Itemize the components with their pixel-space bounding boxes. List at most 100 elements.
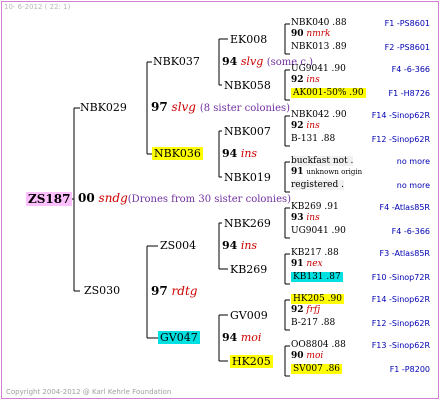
gen2-node-1[interactable]: NBK036: [152, 147, 203, 160]
gen4-a-2: NBK042 .90: [291, 110, 347, 120]
gen4-a-4: KB269 .91: [291, 202, 339, 212]
gen4-b-2: B-131 .88: [291, 134, 336, 144]
gen3-node-2[interactable]: NBK007: [224, 126, 271, 137]
gen4-mid-7[interactable]: 90 moi: [291, 352, 323, 361]
gen4-midname-6: frfj: [306, 305, 321, 315]
gen4-parent-b-5[interactable]: KB131 .87: [291, 272, 343, 282]
gen3-id-7: HK205: [230, 355, 273, 368]
gen4-label-a-2: F14 -Sinop62R: [371, 111, 430, 120]
gen2-num-1: 94: [222, 147, 238, 160]
copyright: Copyright 2004-2012 @ Karl Kehrle Founda…: [6, 388, 172, 396]
gen4-mid-3[interactable]: 91 unknown origin: [291, 168, 362, 177]
gen4-parent-a-7[interactable]: OO8804 .88: [291, 341, 346, 350]
gen4-label-a-3: no more: [396, 157, 430, 166]
gen2-num-0: 94: [222, 55, 238, 68]
gen4-mid-5[interactable]: 91 nex: [291, 260, 323, 269]
gen4-mid-1[interactable]: 92 ins: [291, 76, 320, 85]
gen4-parent-b-2[interactable]: B-131 .88: [291, 135, 335, 144]
gen4-midname-4: ins: [306, 213, 320, 223]
gen4-mid-2: 92: [291, 121, 304, 131]
gen4-mid-2[interactable]: 92 ins: [291, 122, 320, 131]
gen4-b-0: NBK013 .89: [291, 42, 347, 52]
gen2-num-2: 94: [222, 239, 238, 252]
gen1-num-0: 97: [151, 100, 168, 114]
gen4-label-b-2: F12 -Sinop62R: [371, 135, 430, 144]
gen3-node-3[interactable]: NBK019: [224, 172, 271, 183]
gen4-label-b-0: F2 -PS8601: [384, 43, 430, 52]
gen4-a-6: HK205 .90: [291, 294, 344, 304]
gen4-parent-b-6[interactable]: B-217 .88: [291, 319, 335, 328]
gen4-a-1: UG9041 .90: [291, 64, 346, 74]
gen4-parent-b-1[interactable]: AK001-50% .90: [291, 88, 366, 98]
gen4-label-b-6: F12 -Sinop62R: [371, 319, 430, 328]
gen4-label-a-5: F3 -Atlas85R: [379, 249, 430, 258]
gen2-id-1: NBK036: [152, 147, 203, 160]
gen3-node-0[interactable]: EK008: [230, 34, 267, 45]
gen2-name-1: ins: [240, 147, 258, 160]
gen4-parent-a-3[interactable]: buckfast not .: [291, 156, 354, 166]
gen4-a-5: KB217 .88: [291, 248, 339, 258]
gen4-parent-b-3[interactable]: registered .: [291, 180, 344, 190]
gen4-label-a-4: F4 -Atlas85R: [379, 203, 430, 212]
gen1-info-0: 97 slvg (8 sister colonies): [151, 101, 290, 114]
gen4-mid-4[interactable]: 93 ins: [291, 214, 320, 223]
gen4-label-b-4: F4 -6-366: [391, 227, 430, 236]
gen1-num-1: 97: [151, 284, 168, 298]
root-num: 00: [78, 191, 95, 205]
gen4-parent-a-6[interactable]: HK205 .90: [291, 294, 344, 304]
gen4-parent-a-0[interactable]: NBK040 .88: [291, 19, 347, 28]
gen4-label-a-0: F1 -PS8601: [384, 19, 430, 28]
gen4-label-b-3: no more: [396, 181, 430, 190]
gen4-b-3: registered .: [291, 180, 344, 190]
gen2-num-3: 94: [222, 331, 238, 344]
gen4-midname-1: ins: [306, 75, 320, 85]
gen2-name-3: moi: [240, 331, 262, 344]
gen3-node-4[interactable]: NBK269: [224, 218, 271, 229]
gen4-a-7: OO8804 .88: [291, 340, 346, 350]
gen1-node-1[interactable]: ZS030: [84, 285, 120, 296]
gen4-midname-0: nmrk: [306, 29, 331, 39]
gen2-name-2: ins: [240, 239, 258, 252]
gen4-mid-5: 91: [291, 259, 304, 269]
gen4-mid-6[interactable]: 92 frfj: [291, 306, 320, 315]
gen4-mid-0[interactable]: 90 nmrk: [291, 30, 331, 39]
gen4-parent-b-7[interactable]: SV007 .86: [291, 364, 343, 374]
gen2-node-0[interactable]: NBK037: [153, 56, 200, 67]
gen2-info-1: 94 ins: [222, 148, 257, 159]
gen4-parent-b-4[interactable]: UG9041 .90: [291, 227, 346, 236]
gen4-label-a-6: F14 -Sinop62R: [371, 295, 430, 304]
gen4-label-b-7: F1 -P8200: [389, 365, 430, 374]
gen4-parent-a-4[interactable]: KB269 .91: [291, 203, 339, 212]
gen2-id-3: GV047: [158, 331, 200, 344]
gen4-mid-1: 92: [291, 75, 304, 85]
gen4-mid-6: 92: [291, 305, 304, 315]
root-info: 00 sndg(Drones from 30 sister colonies): [78, 192, 291, 205]
gen4-label-b-1: F1 -H8726: [388, 89, 431, 98]
gen4-mid-4: 93: [291, 213, 304, 223]
gen4-midname-5: nex: [306, 259, 323, 269]
gen4-b-1: AK001-50% .90: [291, 88, 366, 98]
gen2-node-3[interactable]: GV047: [158, 331, 200, 344]
gen4-midname-3: unknown origin: [306, 168, 363, 176]
gen2-node-2[interactable]: ZS004: [160, 240, 196, 251]
gen4-parent-a-5[interactable]: KB217 .88: [291, 249, 339, 258]
root-id: ZS187: [26, 192, 73, 206]
gen4-a-3: buckfast not .: [291, 156, 354, 166]
gen3-node-1[interactable]: NBK058: [224, 80, 271, 91]
gen4-label-b-5: F10 -Sinop72R: [371, 273, 430, 282]
gen1-info-1: 97 rdtg: [151, 285, 197, 297]
root-name: sndg: [98, 191, 128, 205]
gen4-parent-b-0[interactable]: NBK013 .89: [291, 43, 347, 52]
gen2-info-2: 94 ins: [222, 240, 257, 251]
gen4-label-a-1: F4 -6-366: [391, 65, 430, 74]
gen3-node-5[interactable]: KB269: [230, 264, 267, 275]
gen4-b-7: SV007 .86: [291, 364, 343, 374]
gen4-mid-0: 90: [291, 29, 304, 39]
gen3-node-6[interactable]: GV009: [230, 310, 268, 321]
gen1-node-0[interactable]: NBK029: [80, 102, 127, 113]
gen4-midname-2: ins: [306, 121, 320, 131]
root-node[interactable]: ZS187: [26, 192, 73, 206]
gen4-parent-a-2[interactable]: NBK042 .90: [291, 111, 347, 120]
gen4-parent-a-1[interactable]: UG9041 .90: [291, 65, 346, 74]
gen3-node-7[interactable]: HK205: [230, 355, 273, 368]
